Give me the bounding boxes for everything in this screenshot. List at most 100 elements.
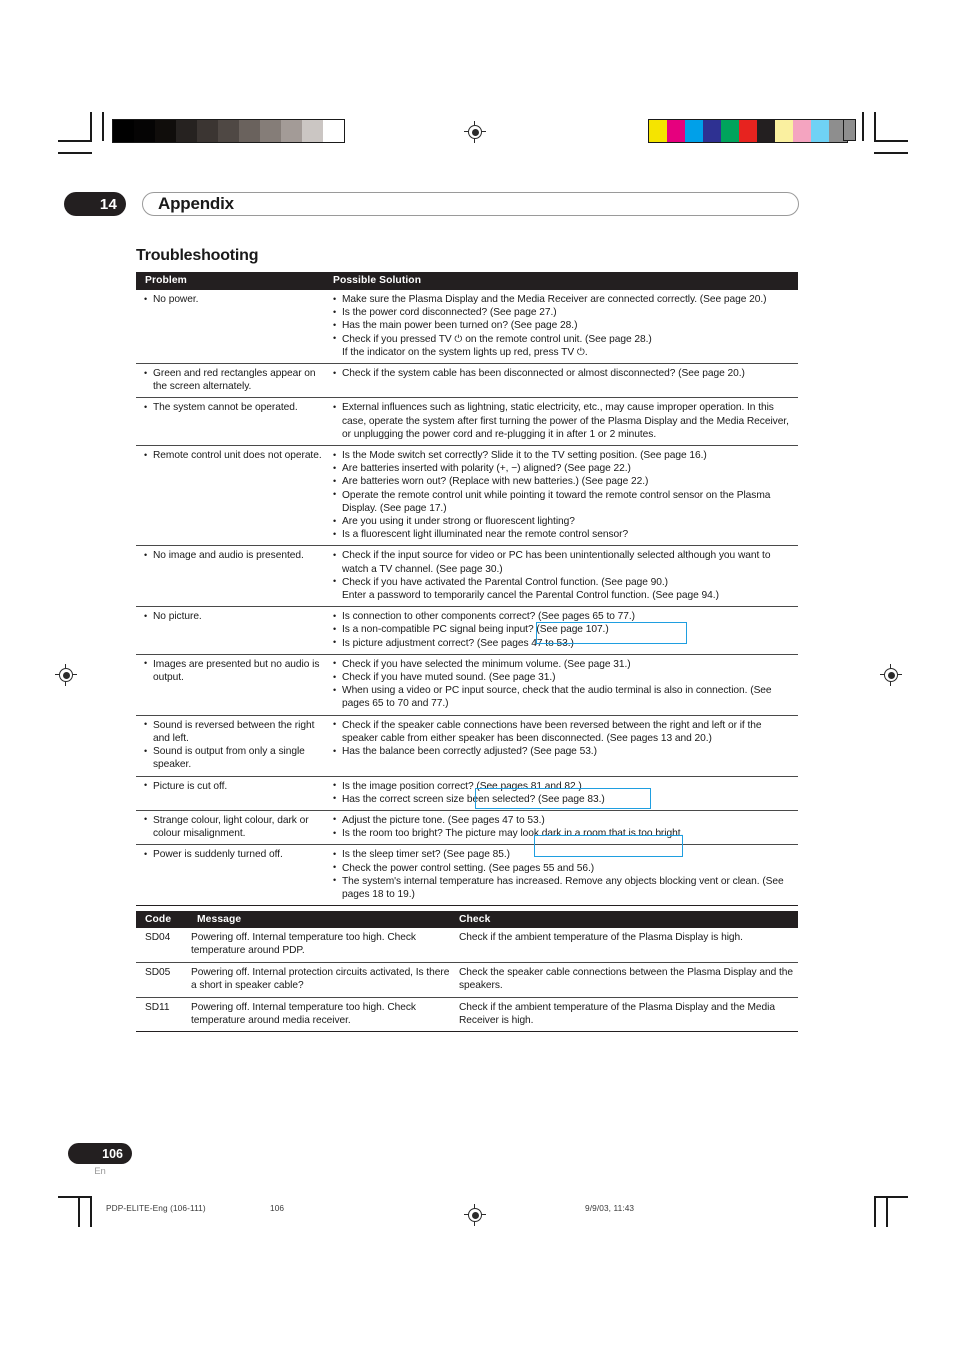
error-code-table: Code Message Check SD04 Powering off. Int… <box>136 911 798 1033</box>
check-cell: Check if the ambient temperature of the … <box>459 928 798 962</box>
annotation-box-pages-55-and-56-power-control <box>534 835 683 857</box>
section-heading: Troubleshooting <box>136 247 259 264</box>
code-cell-text: SD11 <box>145 1001 170 1013</box>
table-row: Power is suddenly turned off.Is the slee… <box>136 844 798 905</box>
problem-item: Remote control unit does not operate. <box>144 449 329 462</box>
solution-cell: Check if the system cable has been disco… <box>333 364 798 397</box>
manual-page: 14 Appendix Troubleshooting Problem Poss… <box>0 0 954 1351</box>
table-row: Images are presented but no audio is out… <box>136 653 798 715</box>
registration-mark-right <box>880 664 902 686</box>
grayscale-swatch-4 <box>197 120 218 142</box>
message-cell: Powering off. Internal temperature too h… <box>191 998 459 1032</box>
column-header-solution: Possible Solution <box>333 274 422 286</box>
problem-item: Green and red rectangles appear on the s… <box>144 367 329 393</box>
colour-control-strip <box>648 119 848 143</box>
chapter-number-badge: 14 <box>64 192 126 216</box>
problem-cell: Images are presented but no audio is out… <box>136 655 333 715</box>
table-header-row: Problem Possible Solution <box>136 272 798 289</box>
code-cell-text: SD05 <box>145 966 171 978</box>
grayscale-swatch-9 <box>302 120 323 142</box>
solution-item: Are batteries inserted with polarity (+,… <box>333 462 794 475</box>
solution-item: Is a fluorescent light illuminated near … <box>333 528 794 541</box>
solution-item-continued: If the indicator on the system lights up… <box>342 346 588 358</box>
colour-swatch-6 <box>757 120 775 142</box>
problem-cell: The system cannot be operated. <box>136 398 333 445</box>
solution-item: Check if the system cable has been disco… <box>333 367 794 380</box>
problem-item: Power is suddenly turned off. <box>144 848 329 861</box>
solution-item: Are batteries worn out? (Replace with ne… <box>333 475 794 488</box>
solution-cell: Is the Mode switch set correctly? Slide … <box>333 446 798 545</box>
solution-item: Has the main power been turned on? (See … <box>333 319 794 332</box>
solution-item: Check if you have muted sound. (See page… <box>333 671 794 684</box>
problem-item: Sound is output from only a single speak… <box>144 745 329 771</box>
solution-item: Check if you pressed TV ⏻ on the remote … <box>333 332 794 346</box>
grayscale-swatch-7 <box>260 120 281 142</box>
print-footer-job: PDP-ELITE-Eng (106-111) <box>106 1203 206 1213</box>
solution-item: Check the power control setting. (See pa… <box>333 861 794 875</box>
page-title: Appendix <box>158 194 234 213</box>
solution-item: Check if you have selected the minimum v… <box>333 657 794 671</box>
column-header-code: Code <box>145 913 172 925</box>
chapter-title-pill <box>142 192 799 216</box>
column-header-check: Check <box>459 913 491 925</box>
registration-mark-top <box>464 121 486 143</box>
table-row: Strange colour, light colour, dark or co… <box>136 809 798 844</box>
table-row: The system cannot be operated. External i… <box>136 397 798 445</box>
check-cell: Check the speaker cable connections betw… <box>459 963 798 997</box>
grayscale-swatch-5 <box>218 120 239 142</box>
problem-item: No power. <box>144 292 329 306</box>
table-row: SD11 Powering off. Internal temperature t… <box>136 996 798 1032</box>
solution-item: Check if you have activated the Parental… <box>333 575 794 589</box>
solution-item: Adjust the picture tone. (See pages 47 t… <box>333 813 794 827</box>
table-row: Green and red rectangles appear on the s… <box>136 363 798 397</box>
colour-swatch-5 <box>739 120 757 142</box>
problem-item: No image and audio is presented. <box>144 549 329 562</box>
colour-swatch-single <box>843 119 856 141</box>
colour-swatch-9 <box>811 120 829 142</box>
solution-item: The system's internal temperature has in… <box>333 874 794 901</box>
problem-cell: Strange colour, light colour, dark or co… <box>136 811 333 844</box>
table-row: No image and audio is presented. Check if… <box>136 545 798 606</box>
registration-mark-bottom <box>464 1204 486 1226</box>
print-footer-folio: 106 <box>270 1203 285 1213</box>
solution-cell: Check if the speaker cable connections h… <box>333 716 798 776</box>
table-row: Picture is cut off.Is the image position… <box>136 775 798 810</box>
solution-item: Is the power cord disconnected? (See pag… <box>333 306 794 319</box>
code-cell: SD11 <box>136 998 191 1032</box>
solution-item: Has the balance been correctly adjusted?… <box>333 745 794 758</box>
problem-item: Picture is cut off. <box>144 779 329 793</box>
solution-item-continued: Enter a password to temporarily cancel t… <box>342 590 719 602</box>
problem-cell: No power. <box>136 290 333 363</box>
check-cell: Check if the ambient temperature of the … <box>459 998 798 1032</box>
solution-cell: Check if you have selected the minimum v… <box>333 655 798 715</box>
chapter-number: 14 <box>99 195 117 213</box>
annotation-box-pages-47-to-53-no-picture <box>536 622 687 644</box>
solution-item: Check if the speaker cable connections h… <box>333 718 794 745</box>
colour-swatch-0 <box>649 120 667 142</box>
colour-swatch-8 <box>793 120 811 142</box>
problem-cell: Remote control unit does not operate. <box>136 446 333 545</box>
code-cell: SD04 <box>136 928 191 962</box>
message-cell-text: Powering off. Internal protection circui… <box>191 966 450 992</box>
code-cell: SD05 <box>136 963 191 997</box>
problem-cell: Picture is cut off. <box>136 777 333 810</box>
troubleshooting-table: Problem Possible Solution No power. Make … <box>136 272 798 907</box>
page-number-badge: 106 <box>68 1143 132 1164</box>
print-footer-timestamp: 9/9/03, 11:43 <box>585 1203 635 1213</box>
grayscale-swatch-8 <box>281 120 302 142</box>
solution-item: External influences such as lightning, s… <box>333 401 794 441</box>
table-header-row: Code Message Check <box>136 911 798 928</box>
colour-swatch-2 <box>685 120 703 142</box>
colour-swatch-4 <box>721 120 739 142</box>
message-cell: Powering off. Internal temperature too h… <box>191 928 459 962</box>
solution-item: Make sure the Plasma Display and the Med… <box>333 292 794 306</box>
grayscale-swatch-3 <box>176 120 197 142</box>
table-row: SD04 Powering off. Internal temperature t… <box>136 928 798 962</box>
grayscale-swatch-0 <box>113 120 134 142</box>
grayscale-swatch-1 <box>134 120 155 142</box>
solution-item: Is the Mode switch set correctly? Slide … <box>333 449 794 462</box>
column-header-message: Message <box>197 913 242 925</box>
column-header-problem: Problem <box>145 274 187 286</box>
solution-item: Operate the remote control unit while po… <box>333 488 794 515</box>
table-bottom-rule <box>136 1031 798 1033</box>
